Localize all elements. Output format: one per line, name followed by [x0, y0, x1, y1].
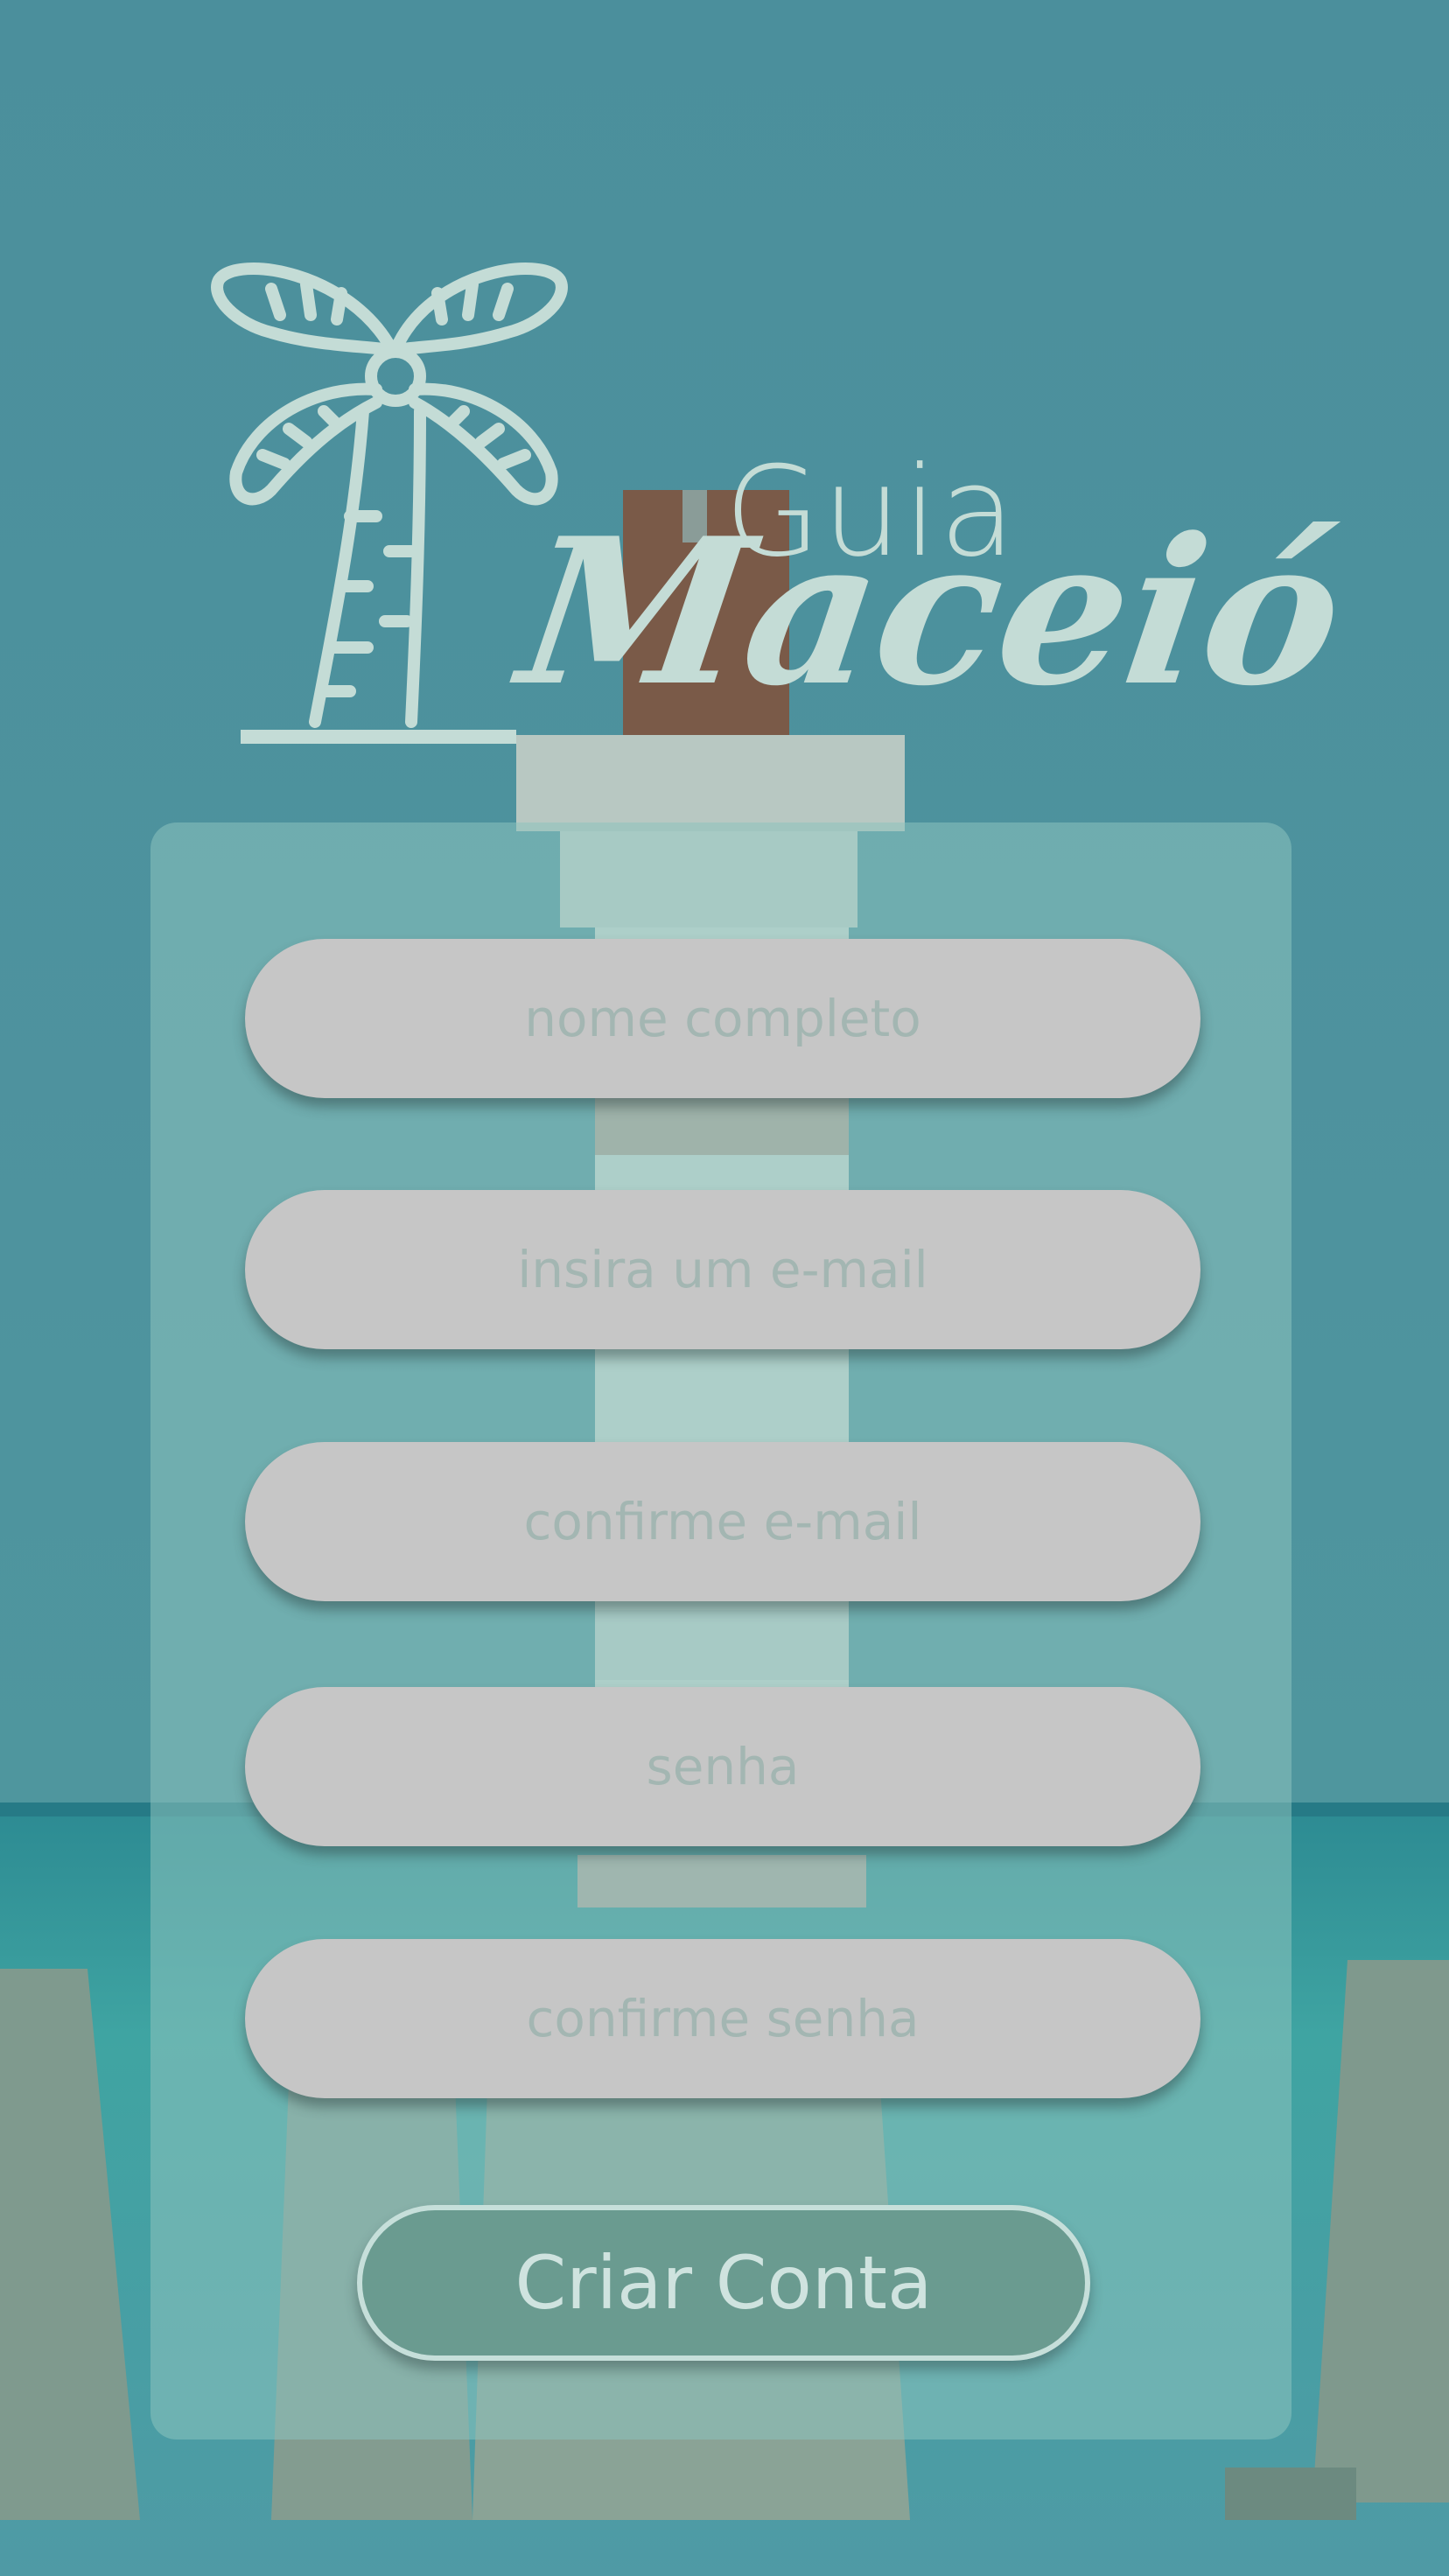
logo-word-maceio: Maceió — [508, 494, 1356, 731]
password-placeholder: senha — [646, 1737, 800, 1796]
confirm-password-input[interactable]: confirme senha — [245, 1939, 1200, 2098]
email-input[interactable]: insira um e-mail — [245, 1190, 1200, 1349]
app-logo: Guia Maceió — [201, 236, 1356, 770]
create-account-button[interactable]: Criar Conta — [357, 2205, 1090, 2361]
create-account-label: Criar Conta — [514, 2240, 933, 2326]
confirm-password-placeholder: confirme senha — [526, 1989, 920, 2048]
email-placeholder: insira um e-mail — [517, 1240, 928, 1299]
full-name-placeholder: nome completo — [524, 989, 921, 1048]
confirm-email-input[interactable]: confirme e-mail — [245, 1442, 1200, 1601]
full-name-input[interactable]: nome completo — [245, 939, 1200, 1098]
confirm-email-placeholder: confirme e-mail — [523, 1492, 922, 1551]
password-input[interactable]: senha — [245, 1687, 1200, 1846]
